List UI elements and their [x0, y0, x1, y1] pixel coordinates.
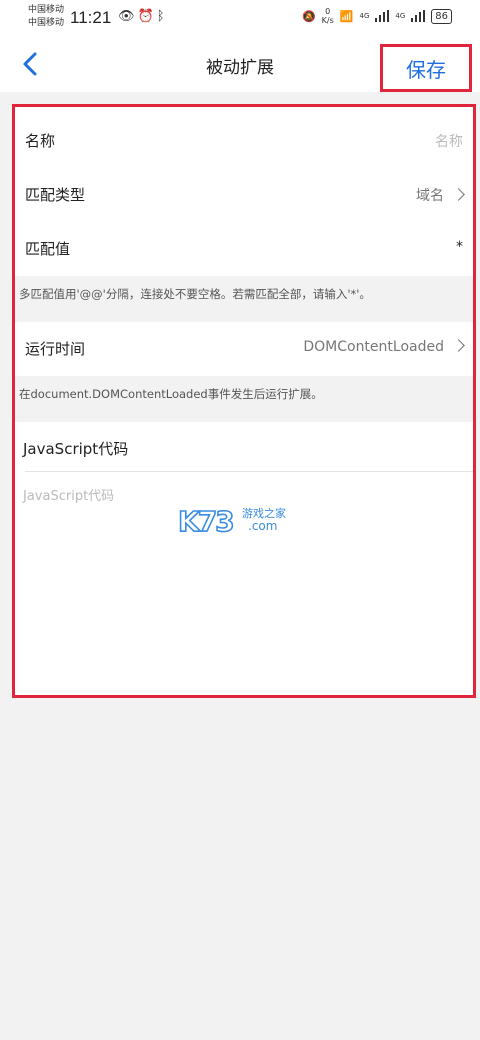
match-value-label: 匹配值: [25, 240, 71, 258]
chevron-right-icon: [452, 339, 465, 352]
run-time-row[interactable]: 运行时间 DOMContentLoaded: [15, 322, 473, 376]
bluetooth-icon: ᛒ: [156, 9, 168, 24]
js-code-textarea[interactable]: JavaScript代码: [23, 485, 114, 504]
eye-icon: 👁: [118, 9, 138, 24]
run-time-value: DOMContentLoaded: [303, 339, 444, 355]
match-hint: 多匹配值用'@@'分隔，连接处不要空格。若需匹配全部，请输入'*'。: [15, 276, 473, 322]
status-icons: 👁⏰ᛒ: [118, 9, 168, 24]
js-code-header: JavaScript代码: [15, 422, 473, 476]
signal-icon-2: [411, 10, 426, 22]
js-code-label: JavaScript代码: [23, 440, 129, 458]
watermark-logo-text: K73: [177, 504, 235, 539]
match-value-input[interactable]: *: [456, 239, 463, 255]
chevron-right-icon: [452, 188, 465, 201]
battery-icon: 86: [431, 8, 452, 24]
run-time-label: 运行时间: [25, 340, 86, 358]
name-input[interactable]: 名称: [435, 131, 463, 151]
status-right: 🔕 0 K/s 📶 4G 4G 86: [302, 7, 452, 25]
save-button[interactable]: 保存: [380, 44, 472, 92]
alarm-icon: ⏰: [137, 9, 157, 24]
name-row[interactable]: 名称 名称: [15, 114, 473, 168]
watermark-domain: .com: [248, 519, 278, 533]
clock: 11:21: [70, 8, 112, 27]
divider: [25, 471, 473, 472]
match-type-value: 域名: [416, 188, 444, 204]
extension-form: 名称 名称 匹配类型 域名 匹配值 * 多匹配值用'@@'分隔，连接处不要空格。…: [12, 104, 476, 698]
watermark-logo: K73 游戏之家 .com: [177, 504, 308, 539]
network-speed: 0 K/s: [321, 7, 334, 25]
match-type-value-wrap: 域名: [416, 185, 465, 205]
carrier-1: 中国移动: [28, 5, 65, 15]
network-type-1: 4G: [359, 12, 370, 20]
match-value-row[interactable]: 匹配值 *: [15, 222, 473, 276]
carrier-info: 中国移动 中国移动: [28, 4, 64, 30]
name-label: 名称: [25, 132, 56, 150]
run-time-value-wrap: DOMContentLoaded: [303, 339, 465, 355]
carrier-2: 中国移动: [28, 18, 65, 28]
match-type-label: 匹配类型: [25, 186, 86, 204]
signal-icon-1: [375, 10, 390, 22]
nav-bar: 被动扩展 保存: [0, 36, 480, 92]
match-type-row[interactable]: 匹配类型 域名: [15, 168, 473, 222]
wifi-icon: 📶: [339, 9, 354, 23]
mute-bell-icon: 🔕: [301, 9, 316, 23]
status-bar: 中国移动 中国移动 11:21 👁⏰ᛒ 🔕 0 K/s 📶 4G 4G 86: [0, 0, 480, 36]
run-time-hint: 在document.DOMContentLoaded事件发生后运行扩展。: [15, 376, 473, 422]
network-type-2: 4G: [395, 12, 406, 20]
